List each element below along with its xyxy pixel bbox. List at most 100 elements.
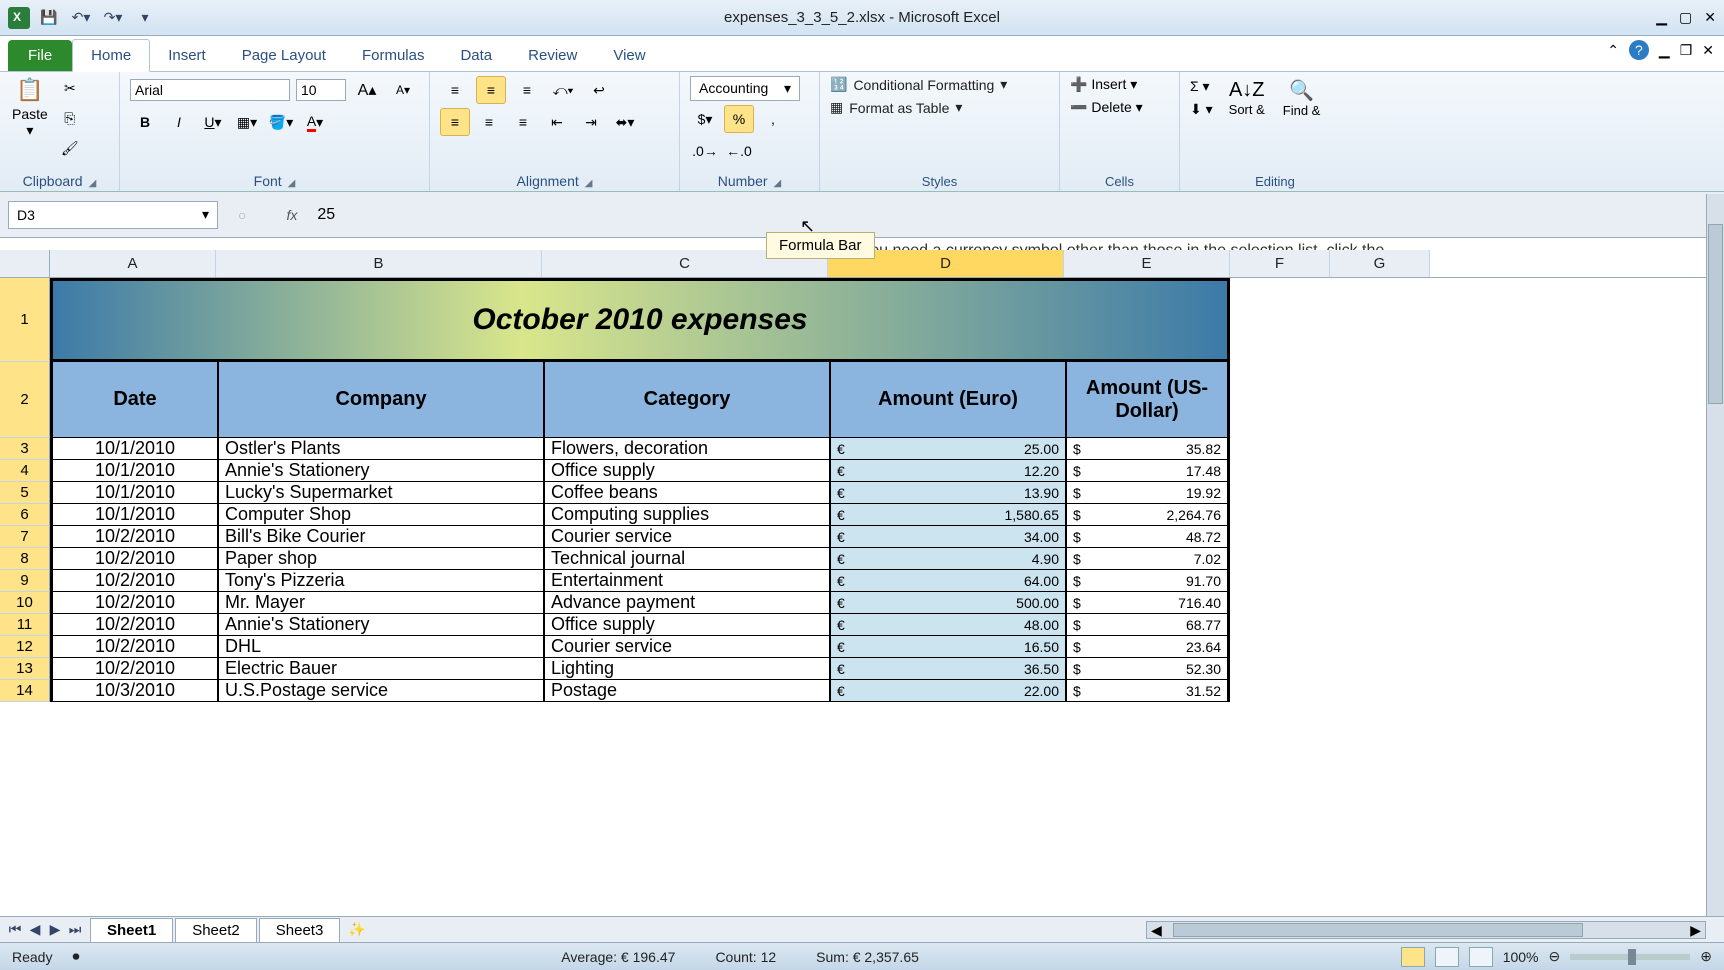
font-name-combo[interactable]	[130, 79, 290, 101]
header-amount-euro[interactable]: Amount (Euro)	[831, 362, 1067, 438]
cell-category[interactable]: Lighting	[545, 658, 831, 680]
cell-date[interactable]: 10/2/2010	[53, 570, 219, 592]
underline-button[interactable]: U▾	[198, 108, 228, 136]
redo-icon[interactable]: ↷▾	[100, 5, 126, 31]
minimize-ribbon-icon[interactable]: ⌃	[1607, 42, 1619, 59]
first-sheet-icon[interactable]: ⏮	[6, 921, 24, 938]
sheet-tab-2[interactable]: Sheet2	[175, 918, 257, 942]
row-header[interactable]: 9	[0, 570, 50, 592]
cell-date[interactable]: 10/2/2010	[53, 526, 219, 548]
increase-indent-icon[interactable]: ⇥	[576, 108, 606, 136]
vertical-scrollbar[interactable]	[1706, 194, 1724, 916]
window-close-icon[interactable]: ✕	[1702, 42, 1714, 59]
bold-button[interactable]: B	[130, 108, 160, 136]
cell-amount-usd[interactable]: $48.72	[1067, 526, 1227, 548]
row-header[interactable]: 4	[0, 460, 50, 482]
row-header-2[interactable]: 2	[0, 362, 50, 438]
cut-icon[interactable]: ✂	[58, 76, 82, 100]
tab-formulas[interactable]: Formulas	[344, 40, 443, 71]
cell-date[interactable]: 10/1/2010	[53, 460, 219, 482]
col-header-A[interactable]: A	[50, 250, 216, 277]
zoom-level[interactable]: 100%	[1503, 949, 1539, 965]
cell-category[interactable]: Courier service	[545, 636, 831, 658]
cell-amount-euro[interactable]: €1,580.65	[831, 504, 1067, 526]
row-header[interactable]: 12	[0, 636, 50, 658]
cell-amount-usd[interactable]: $23.64	[1067, 636, 1227, 658]
cell-amount-usd[interactable]: $68.77	[1067, 614, 1227, 636]
row-header[interactable]: 5	[0, 482, 50, 504]
accounting-format-icon[interactable]: $▾	[690, 105, 720, 133]
cell-category[interactable]: Courier service	[545, 526, 831, 548]
cell-amount-usd[interactable]: $52.30	[1067, 658, 1227, 680]
cell-amount-euro[interactable]: €500.00	[831, 592, 1067, 614]
row-header[interactable]: 3	[0, 438, 50, 460]
cell-company[interactable]: Annie's Stationery	[219, 614, 545, 636]
zoom-in-icon[interactable]: ⊕	[1700, 948, 1712, 965]
cell-category[interactable]: Flowers, decoration	[545, 438, 831, 460]
clipboard-launcher-icon[interactable]: ◢	[89, 178, 97, 189]
fill-color-button[interactable]: 🪣▾	[266, 108, 296, 136]
cell-category[interactable]: Postage	[545, 680, 831, 702]
cell-category[interactable]: Coffee beans	[545, 482, 831, 504]
window-min-icon[interactable]: ▁	[1659, 42, 1670, 59]
font-color-button[interactable]: A▾	[300, 108, 330, 136]
cell-category[interactable]: Entertainment	[545, 570, 831, 592]
cell-amount-euro[interactable]: €22.00	[831, 680, 1067, 702]
cell-company[interactable]: Paper shop	[219, 548, 545, 570]
increase-decimal-icon[interactable]: .0→	[690, 137, 720, 165]
table-title-cell[interactable]: October 2010 expenses	[50, 278, 1230, 362]
header-date[interactable]: Date	[53, 362, 219, 438]
cell-company[interactable]: Tony's Pizzeria	[219, 570, 545, 592]
shrink-font-icon[interactable]: A▾	[388, 76, 418, 104]
align-right-icon[interactable]: ≡	[508, 108, 538, 136]
align-left-icon[interactable]: ≡	[440, 108, 470, 136]
italic-button[interactable]: I	[164, 108, 194, 136]
border-button[interactable]: ▦▾	[232, 108, 262, 136]
number-format-combo[interactable]: Accounting▾	[690, 76, 800, 101]
cell-date[interactable]: 10/3/2010	[53, 680, 219, 702]
align-center-icon[interactable]: ≡	[474, 108, 504, 136]
fx-icon[interactable]: fx	[286, 207, 297, 223]
header-category[interactable]: Category	[545, 362, 831, 438]
tab-file[interactable]: File	[8, 40, 72, 71]
horizontal-scrollbar[interactable]: ◀ ▶	[1146, 921, 1706, 939]
select-all-corner[interactable]	[0, 250, 50, 277]
cell-company[interactable]: Lucky's Supermarket	[219, 482, 545, 504]
cell-date[interactable]: 10/2/2010	[53, 592, 219, 614]
align-bottom-icon[interactable]: ≡	[512, 76, 542, 104]
cell-amount-usd[interactable]: $31.52	[1067, 680, 1227, 702]
zoom-out-icon[interactable]: ⊖	[1549, 948, 1561, 965]
cell-company[interactable]: Mr. Mayer	[219, 592, 545, 614]
cell-category[interactable]: Office supply	[545, 614, 831, 636]
cell-amount-euro[interactable]: €36.50	[831, 658, 1067, 680]
tab-pagelayout[interactable]: Page Layout	[224, 40, 344, 71]
cell-amount-euro[interactable]: €48.00	[831, 614, 1067, 636]
cell-amount-euro[interactable]: €16.50	[831, 636, 1067, 658]
cell-date[interactable]: 10/2/2010	[53, 614, 219, 636]
col-header-G[interactable]: G	[1330, 250, 1430, 277]
cell-company[interactable]: Ostler's Plants	[219, 438, 545, 460]
cell-category[interactable]: Advance payment	[545, 592, 831, 614]
cell-amount-euro[interactable]: €12.20	[831, 460, 1067, 482]
paste-button[interactable]: 📋 Paste ▾	[10, 76, 50, 141]
header-company[interactable]: Company	[219, 362, 545, 438]
align-top-icon[interactable]: ≡	[440, 76, 470, 104]
undo-icon[interactable]: ↶▾	[68, 5, 94, 31]
formula-value[interactable]: 25	[317, 206, 335, 224]
find-select-button[interactable]: 🔍 Find &	[1281, 76, 1323, 120]
orientation-icon[interactable]: ⤺▾	[548, 76, 578, 104]
cell-amount-euro[interactable]: €25.00	[831, 438, 1067, 460]
cell-company[interactable]: U.S.Postage service	[219, 680, 545, 702]
font-size-combo[interactable]	[296, 79, 346, 101]
comma-format-icon[interactable]: ,	[758, 105, 788, 133]
cancel-formula-icon[interactable]: ○	[238, 207, 246, 223]
cell-amount-usd[interactable]: $19.92	[1067, 482, 1227, 504]
font-launcher-icon[interactable]: ◢	[288, 178, 296, 189]
format-painter-icon[interactable]: 🖌	[58, 136, 82, 160]
cell-amount-usd[interactable]: $7.02	[1067, 548, 1227, 570]
tab-review[interactable]: Review	[510, 40, 595, 71]
last-sheet-icon[interactable]: ⏭	[66, 921, 84, 938]
row-header[interactable]: 14	[0, 680, 50, 702]
sheet-tab-1[interactable]: Sheet1	[90, 918, 173, 942]
cell-amount-usd[interactable]: $2,264.76	[1067, 504, 1227, 526]
